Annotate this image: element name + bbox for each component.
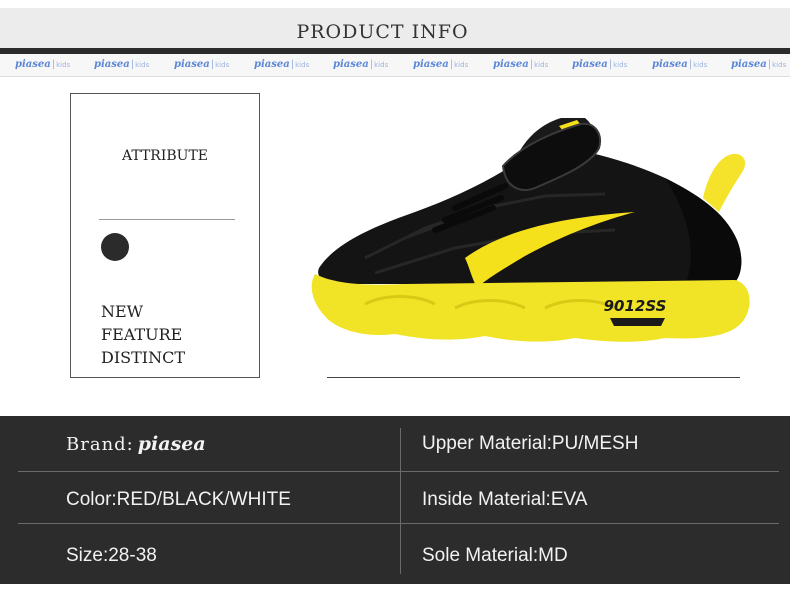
spec-inside-material: Inside Material:EVA (422, 489, 588, 510)
spec-row: Brand: piasea Upper Material:PU/MESH (0, 416, 790, 472)
brand-logo-repeat: piasea|kids (413, 59, 469, 70)
brand-logo-repeat: piasea|kids (94, 59, 150, 70)
brand-logo-repeat: piasea|kids (15, 59, 71, 70)
spec-row: Size:28-38 Sole Material:MD (0, 528, 790, 584)
brand-logo-repeat: piasea|kids (254, 59, 310, 70)
brand-logo-repeat: piasea|kids (493, 59, 549, 70)
spec-upper-material: Upper Material:PU/MESH (422, 433, 639, 454)
image-baseline (327, 377, 740, 378)
sneaker-image: 9012SS (311, 118, 750, 342)
brand-strip: piasea|kids piasea|kids piasea|kids pias… (0, 54, 790, 77)
brand-logo-repeat: piasea|kids (731, 59, 787, 70)
brand-label: Brand: (66, 434, 134, 455)
brand-logo: piasea (137, 433, 206, 455)
spec-sole-material: Sole Material:MD (422, 545, 568, 566)
brand-logo-repeat: piasea|kids (652, 59, 708, 70)
attribute-panel: ATTRIBUTE NEW FEATURE DISTINCT (70, 93, 260, 378)
product-info-header: PRODUCT INFO (0, 8, 790, 48)
spec-table: Brand: piasea Upper Material:PU/MESH Colo… (0, 416, 790, 584)
attribute-title: ATTRIBUTE (122, 148, 208, 164)
spec-color: Color:RED/BLACK/WHITE (66, 489, 291, 510)
brand-logo-repeat: piasea|kids (174, 59, 230, 70)
brand-logo-repeat: piasea|kids (572, 59, 628, 70)
color-swatch-dot (101, 233, 129, 261)
feature-label: DISTINCT (101, 348, 186, 367)
spec-size: Size:28-38 (66, 545, 157, 566)
spec-brand: Brand: piasea (66, 416, 206, 473)
brand-logo-repeat: piasea|kids (333, 59, 389, 70)
attribute-divider (99, 219, 235, 220)
spec-row: Color:RED/BLACK/WHITE Inside Material:EV… (0, 472, 790, 528)
feature-label: NEW (101, 302, 144, 321)
shoe-model-text: 9012SS (604, 297, 667, 315)
feature-label: FEATURE (101, 325, 183, 344)
